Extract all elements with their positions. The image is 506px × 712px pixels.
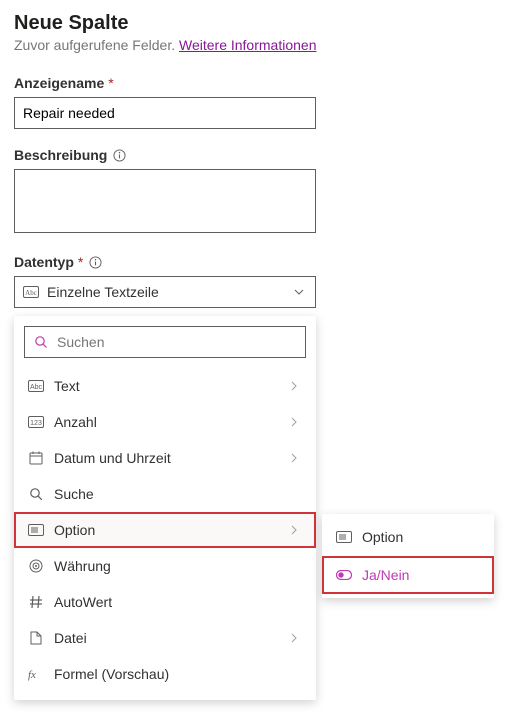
subtitle-text: Zuvor aufgerufene Felder. <box>14 37 179 53</box>
menu-item-file[interactable]: Datei <box>14 620 316 656</box>
menu-item-number[interactable]: 123 Anzahl <box>14 404 316 440</box>
info-icon[interactable] <box>111 147 127 163</box>
option-list-icon <box>336 529 352 545</box>
info-icon[interactable] <box>87 254 103 270</box>
fx-icon: fx <box>28 666 44 682</box>
menu-item-option[interactable]: Option <box>14 512 316 548</box>
datatype-selected-value: Einzelne Textzeile <box>47 284 159 300</box>
menu-item-lookup[interactable]: Suche <box>14 476 316 512</box>
svg-text:fx: fx <box>28 669 36 681</box>
svg-text:Abc: Abc <box>25 289 37 297</box>
display-name-input[interactable] <box>14 97 316 129</box>
text-abc-icon: Abc <box>28 378 44 394</box>
menu-item-text[interactable]: Abc Text <box>14 368 316 404</box>
calendar-icon <box>28 450 44 466</box>
toggle-icon <box>336 567 352 583</box>
number-123-icon: 123 <box>28 414 44 430</box>
option-submenu: Option Ja/Nein <box>322 514 494 598</box>
menu-item-formula[interactable]: fx Formel (Vorschau) <box>14 656 316 692</box>
datatype-select[interactable]: Abc Einzelne Textzeile <box>14 276 316 308</box>
more-info-link[interactable]: Weitere Informationen <box>179 37 316 53</box>
menu-item-datetime[interactable]: Datum und Uhrzeit <box>14 440 316 476</box>
page-title: Neue Spalte <box>14 12 492 35</box>
subtitle: Zuvor aufgerufene Felder. Weitere Inform… <box>14 37 492 53</box>
currency-icon <box>28 558 44 574</box>
text-abc-icon: Abc <box>23 284 39 300</box>
file-icon <box>28 630 44 646</box>
display-name-label: Anzeigename * <box>14 75 492 91</box>
description-label: Beschreibung <box>14 147 492 163</box>
submenu-item-option[interactable]: Option <box>322 518 494 556</box>
chevron-right-icon <box>286 630 302 646</box>
dropdown-search[interactable] <box>24 326 306 358</box>
svg-text:Abc: Abc <box>30 384 43 391</box>
menu-item-currency[interactable]: Währung <box>14 548 316 584</box>
search-icon <box>33 334 49 350</box>
required-asterisk: * <box>108 75 113 91</box>
chevron-right-icon <box>286 378 302 394</box>
search-icon <box>28 486 44 502</box>
svg-text:123: 123 <box>30 420 42 427</box>
submenu-item-yesno[interactable]: Ja/Nein <box>322 556 494 594</box>
datatype-label: Datentyp * <box>14 254 492 270</box>
hash-icon <box>28 594 44 610</box>
required-asterisk: * <box>78 254 83 270</box>
description-input[interactable] <box>14 169 316 233</box>
dropdown-search-input[interactable] <box>57 334 297 350</box>
chevron-down-icon <box>291 284 307 300</box>
option-list-icon <box>28 522 44 538</box>
menu-item-autonumber[interactable]: AutoWert <box>14 584 316 620</box>
chevron-right-icon <box>286 450 302 466</box>
chevron-right-icon <box>286 522 302 538</box>
chevron-right-icon <box>286 414 302 430</box>
datatype-dropdown: Abc Text 123 Anzahl Datum und Uhrzeit Su… <box>14 316 316 700</box>
